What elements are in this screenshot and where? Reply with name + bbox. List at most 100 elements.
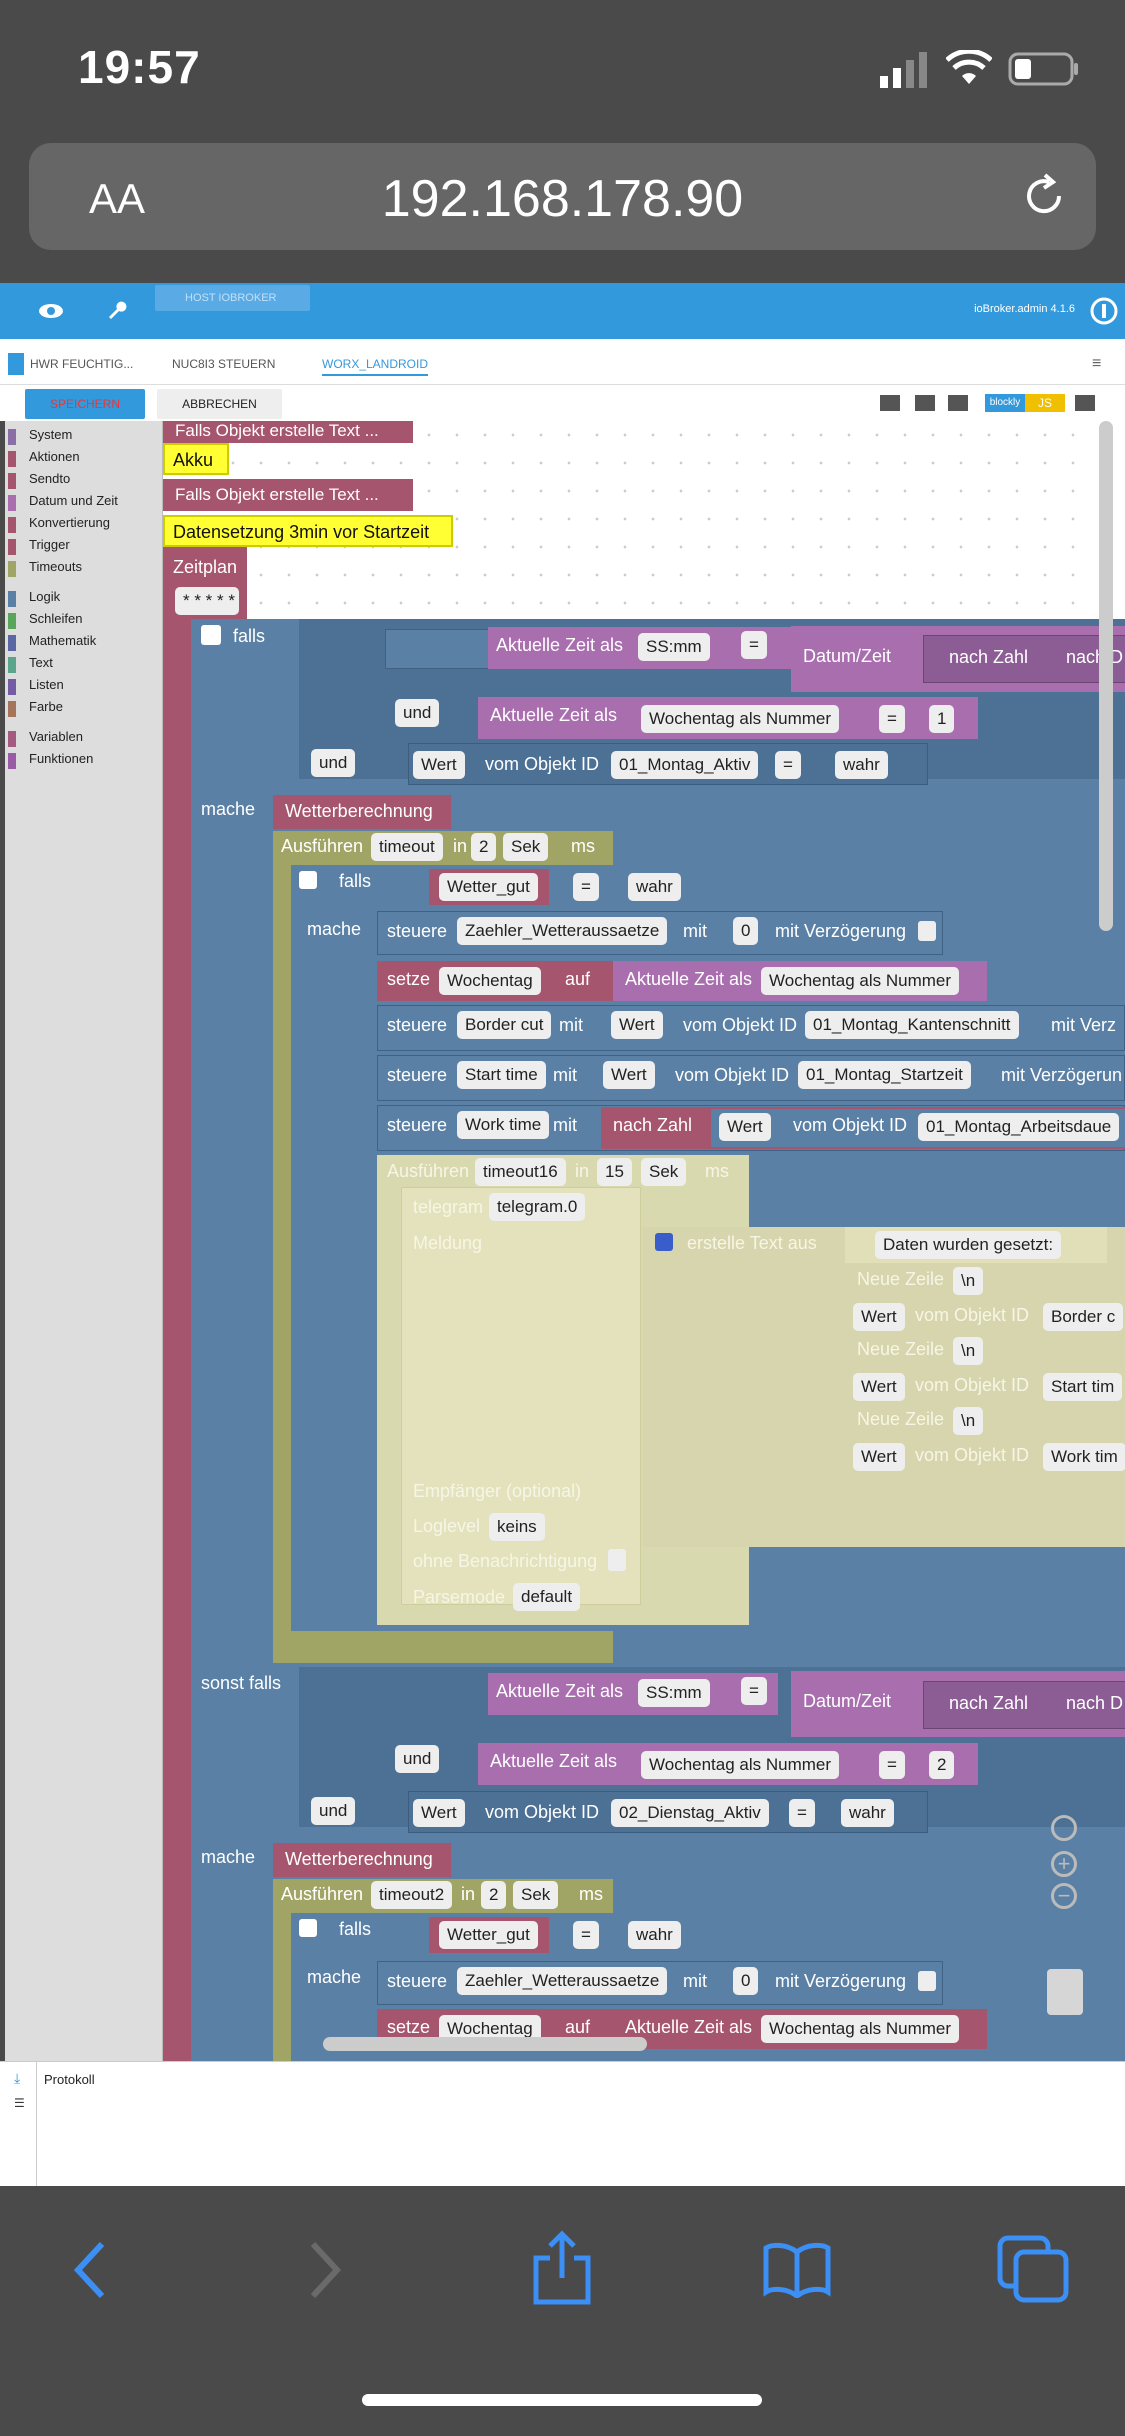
nl-select[interactable]: \n [953, 1267, 984, 1295]
wert-select-8[interactable]: Wert [413, 1799, 465, 1827]
wetterberechnung-block[interactable]: Wetterberechnung [273, 795, 451, 829]
category-trigger[interactable]: Trigger [29, 537, 70, 552]
work-time-id[interactable]: Work time [457, 1111, 550, 1139]
operator-select-7[interactable]: = [789, 1799, 815, 1827]
startzeit-id[interactable]: 01_Montag_Startzeit [798, 1061, 971, 1089]
wert-select-4[interactable]: Wert [719, 1113, 771, 1141]
unit-select-3[interactable]: Sek [513, 1881, 559, 1909]
blockly-toggle[interactable]: blockly [985, 394, 1025, 412]
parsemode-select[interactable]: default [513, 1583, 581, 1611]
wochentag-format-select[interactable]: Wochentag als Nummer [641, 705, 840, 733]
wahr-select-3[interactable]: wahr [841, 1799, 894, 1827]
number-two[interactable]: 2 [929, 1751, 955, 1779]
zeitplan-cron[interactable]: * * * * * [175, 587, 239, 615]
forward-icon[interactable] [305, 2240, 345, 2300]
timeout2-name[interactable]: timeout2 [371, 1881, 453, 1909]
objekt-id[interactable]: 01_Montag_Aktiv [611, 751, 759, 779]
blockly-workspace[interactable]: Falls Objekt erstelle Text ... Akku Fall… [163, 421, 1125, 2061]
category-logik[interactable]: Logik [29, 589, 60, 604]
aktuelle-zeit-block-3[interactable]: Aktuelle Zeit als [488, 1673, 778, 1715]
category-text[interactable]: Text [29, 655, 53, 670]
border-cut-id[interactable]: Border cut [457, 1011, 552, 1039]
delay-value-2[interactable]: 15 [597, 1158, 632, 1186]
wrench-icon[interactable] [105, 299, 127, 321]
export-icon[interactable] [880, 395, 900, 411]
back-icon[interactable] [70, 2240, 110, 2300]
loglevel-select[interactable]: keins [489, 1513, 545, 1541]
start-time-id[interactable]: Start time [457, 1061, 546, 1089]
category-datum-und-zeit[interactable]: Datum und Zeit [29, 493, 118, 508]
format-select-2[interactable]: SS:mm [638, 1679, 710, 1707]
zero-value-2[interactable]: 0 [733, 1967, 759, 1995]
recenter-icon[interactable] [1051, 1815, 1077, 1841]
gear-icon[interactable] [299, 871, 317, 889]
import-icon[interactable] [915, 395, 935, 411]
address-bar[interactable]: AA 192.168.178.90 [29, 143, 1096, 250]
menu-icon[interactable] [8, 353, 24, 375]
eye-icon[interactable] [38, 301, 64, 321]
tabs-icon[interactable] [996, 2234, 1070, 2304]
wert-select-2[interactable]: Wert [611, 1011, 663, 1039]
nl-select-2[interactable]: \n [953, 1337, 984, 1365]
wochentag-format-4[interactable]: Wochentag als Nummer [761, 2015, 960, 2043]
wert-select-3[interactable]: Wert [603, 1061, 655, 1089]
wochentag-format-2[interactable]: Wochentag als Nummer [761, 967, 960, 995]
category-schleifen[interactable]: Schleifen [29, 611, 82, 626]
host-selector[interactable]: HOST IOBROKER [155, 285, 310, 311]
border-c-id[interactable]: Border c [1043, 1303, 1124, 1331]
falls-objekt-block[interactable]: Falls Objekt erstelle Text ... [163, 421, 413, 443]
tab-nuc[interactable]: NUC8I3 STEUERN [172, 357, 275, 371]
tab-worx[interactable]: WORX_LANDROID [322, 357, 429, 376]
category-listen[interactable]: Listen [29, 677, 64, 692]
timeout-name[interactable]: timeout [371, 833, 443, 861]
horizontal-scrollbar[interactable] [323, 2037, 647, 2051]
category-sendto[interactable]: Sendto [29, 471, 70, 486]
und-select-3[interactable]: und [395, 1745, 440, 1773]
unit-select-2[interactable]: Sek [641, 1158, 687, 1186]
zoom-in-icon[interactable]: + [1051, 1851, 1077, 1877]
operator-select-8[interactable]: = [573, 1921, 599, 1949]
verzoegerung-checkbox[interactable] [918, 921, 936, 941]
wetter-gut-var-2[interactable]: Wetter_gut [439, 1921, 538, 1949]
wetter-gut-var[interactable]: Wetter_gut [439, 873, 538, 901]
falls-objekt-block-2[interactable]: Falls Objekt erstelle Text ... [163, 479, 413, 511]
nl-select-3[interactable]: \n [953, 1407, 984, 1435]
operator-select-5[interactable]: = [741, 1677, 767, 1705]
start-tim-id[interactable]: Start tim [1043, 1373, 1123, 1401]
category-konvertierung[interactable]: Konvertierung [29, 515, 110, 530]
wert-select-5[interactable]: Wert [853, 1303, 905, 1331]
category-aktionen[interactable]: Aktionen [29, 449, 80, 464]
list-icon[interactable]: ☰ [14, 2096, 28, 2110]
bookmarks-icon[interactable] [762, 2242, 832, 2298]
timeout16-name[interactable]: timeout16 [475, 1158, 566, 1186]
format-select[interactable]: SS:mm [638, 633, 710, 661]
category-mathematik[interactable]: Mathematik [29, 633, 96, 648]
telegram-instance[interactable]: telegram.0 [489, 1193, 586, 1221]
unit-select[interactable]: Sek [503, 833, 549, 861]
wahr-select[interactable]: wahr [835, 751, 888, 779]
daten-gesetzt-text[interactable]: Daten wurden gesetzt: [875, 1231, 1062, 1259]
operator-select-3[interactable]: = [775, 751, 801, 779]
wert-select-7[interactable]: Wert [853, 1443, 905, 1471]
arbeitsdauer-id[interactable]: 01_Montag_Arbeitsdaue [918, 1113, 1120, 1141]
flag-icon[interactable] [948, 395, 968, 411]
zaehler-id-2[interactable]: Zaehler_Wetteraussaetze [457, 1967, 668, 1995]
wahr-select-4[interactable]: wahr [628, 1921, 681, 1949]
wetterberechnung-block-2[interactable]: Wetterberechnung [273, 1843, 451, 1877]
info-icon[interactable] [1090, 297, 1118, 325]
category-variablen[interactable]: Variablen [29, 729, 83, 744]
verzoegerung-checkbox-2[interactable] [918, 1971, 936, 1991]
js-toggle[interactable]: JS [1025, 394, 1065, 412]
category-farbe[interactable]: Farbe [29, 699, 63, 714]
category-funktionen[interactable]: Funktionen [29, 751, 93, 766]
und-select[interactable]: und [395, 699, 440, 727]
delay-value-3[interactable]: 2 [481, 1881, 507, 1909]
objekt-id-2[interactable]: 02_Dienstag_Aktiv [611, 1799, 769, 1827]
operator-select[interactable]: = [741, 631, 767, 659]
und-select-4[interactable]: und [311, 1797, 356, 1825]
cancel-button[interactable]: ABBRECHEN [157, 389, 282, 419]
und-select-2[interactable]: und [311, 749, 356, 777]
reload-icon[interactable] [1019, 171, 1069, 221]
vertical-scrollbar[interactable] [1099, 421, 1113, 931]
tab-hwr[interactable]: HWR FEUCHTIG... [30, 357, 133, 371]
